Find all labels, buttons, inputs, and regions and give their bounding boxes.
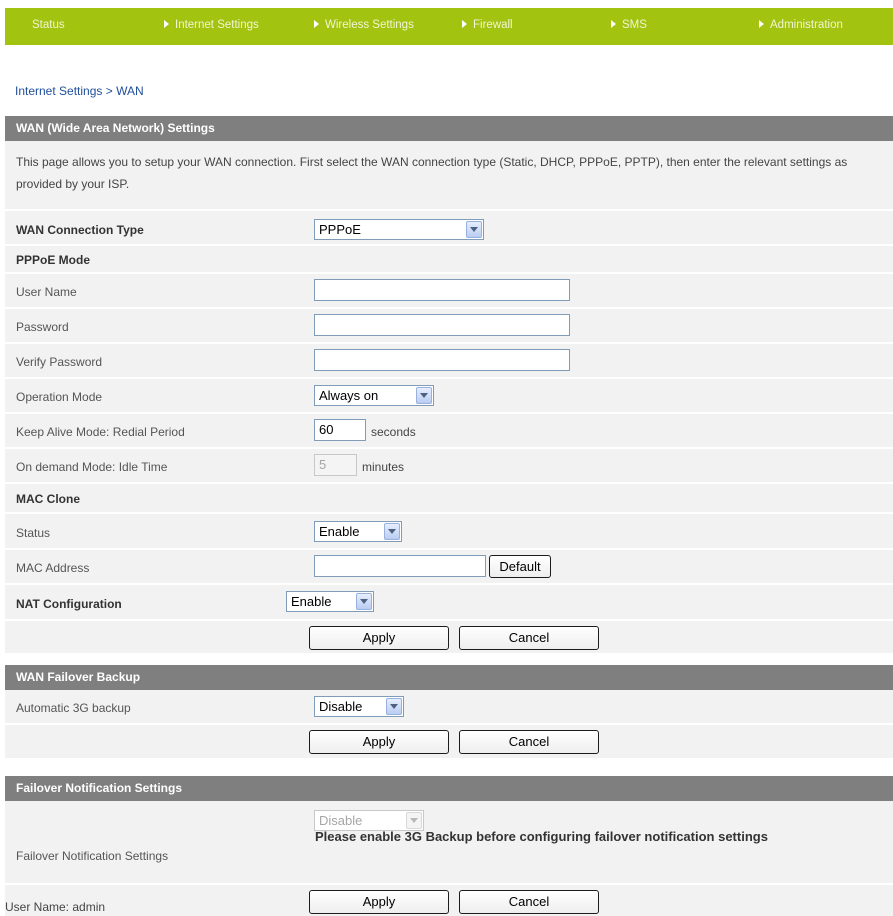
auto-3g-backup-row: Automatic 3G backup Disable: [5, 690, 893, 725]
redial-period-unit: seconds: [371, 425, 416, 439]
pppoe-mode-label: PPPoE Mode: [16, 253, 91, 267]
chevron-down-icon: [406, 812, 422, 829]
wan-settings-header: WAN (Wide Area Network) Settings: [5, 116, 893, 141]
failover-notification-select: Disable: [314, 810, 424, 831]
wan-failover-section: WAN Failover Backup Automatic 3G backup …: [5, 665, 893, 760]
nav-administration[interactable]: Administration: [759, 19, 843, 31]
mac-clone-status-value: Enable: [319, 524, 360, 539]
failover-notification-header: Failover Notification Settings: [5, 776, 893, 801]
mac-clone-label: MAC Clone: [16, 492, 80, 506]
chevron-down-icon: [416, 387, 432, 404]
chevron-down-icon: [386, 698, 402, 715]
verify-password-row: Verify Password: [5, 344, 893, 379]
nat-configuration-label: NAT Configuration: [16, 597, 122, 611]
wan-connection-type-label: WAN Connection Type: [16, 223, 144, 237]
notification-actions-row: Apply Cancel: [5, 885, 893, 916]
nav-status-label: Status: [32, 19, 65, 31]
nav-sms[interactable]: SMS: [611, 19, 647, 31]
idle-time-unit: minutes: [362, 460, 405, 474]
nav-sms-label: SMS: [622, 19, 647, 31]
keep-alive-label: Keep Alive Mode: Redial Period: [16, 425, 185, 439]
nav-status[interactable]: Status: [32, 19, 65, 31]
mac-address-input[interactable]: [314, 555, 486, 577]
idle-time-input: 5: [314, 454, 357, 476]
operation-mode-row: Operation Mode Always on: [5, 379, 893, 414]
verify-password-input[interactable]: [314, 349, 570, 371]
failover-notification-warning: Please enable 3G Backup before configuri…: [315, 829, 768, 844]
wan-actions-row: Apply Cancel: [5, 621, 893, 655]
redial-period-input[interactable]: 60: [314, 419, 366, 441]
notification-cancel-button[interactable]: Cancel: [459, 890, 599, 914]
nav-wireless-settings[interactable]: Wireless Settings: [314, 19, 414, 31]
breadcrumb[interactable]: Internet Settings > WAN: [15, 84, 144, 98]
nav-internet-settings-label: Internet Settings: [175, 19, 259, 31]
wan-apply-button[interactable]: Apply: [309, 626, 449, 650]
nav-firewall-label: Firewall: [473, 19, 513, 31]
mac-clone-row: MAC Clone: [5, 484, 893, 514]
nat-configuration-select[interactable]: Enable: [286, 591, 374, 612]
triangle-right-icon: [462, 20, 467, 28]
on-demand-label: On demand Mode: Idle Time: [16, 460, 168, 474]
failover-actions-row: Apply Cancel: [5, 725, 893, 760]
footer-user-label: User Name:: [5, 900, 70, 914]
footer-user-info: User Name: admin: [5, 900, 105, 914]
verify-password-label: Verify Password: [16, 355, 103, 369]
mac-address-label: MAC Address: [16, 561, 90, 575]
triangle-right-icon: [314, 20, 319, 28]
triangle-right-icon: [611, 20, 616, 28]
wan-cancel-button[interactable]: Cancel: [459, 626, 599, 650]
auto-3g-backup-label: Automatic 3G backup: [16, 701, 131, 715]
failover-notification-section: Failover Notification Settings Failover …: [5, 776, 893, 916]
user-name-row: User Name: [5, 274, 893, 309]
keep-alive-row: Keep Alive Mode: Redial Period 60 second…: [5, 414, 893, 449]
mac-address-row: MAC Address Default: [5, 550, 893, 585]
password-input[interactable]: [314, 314, 570, 336]
chevron-down-icon: [356, 593, 372, 610]
failover-notification-label: Failover Notification Settings: [16, 849, 169, 863]
nav-administration-label: Administration: [770, 19, 843, 31]
user-name-input[interactable]: [314, 279, 570, 301]
nav-internet-settings[interactable]: Internet Settings: [164, 19, 259, 31]
wan-failover-header: WAN Failover Backup: [5, 665, 893, 690]
wan-connection-type-value: PPPoE: [319, 222, 361, 237]
nat-configuration-value: Enable: [291, 594, 332, 609]
notification-apply-button[interactable]: Apply: [309, 890, 449, 914]
failover-notification-row: Failover Notification Settings Disable P…: [5, 801, 893, 885]
top-nav-bar: Status Internet Settings Wireless Settin…: [5, 8, 893, 45]
operation-mode-label: Operation Mode: [16, 390, 103, 404]
nav-wireless-settings-label: Wireless Settings: [325, 19, 414, 31]
triangle-right-icon: [164, 20, 169, 28]
pppoe-mode-row: PPPoE Mode: [5, 246, 893, 274]
default-mac-button[interactable]: Default: [489, 555, 551, 578]
failover-notification-value: Disable: [319, 813, 363, 828]
failover-cancel-button[interactable]: Cancel: [459, 730, 599, 754]
auto-3g-backup-value: Disable: [319, 699, 363, 714]
wan-description: This page allows you to setup your WAN c…: [5, 141, 893, 211]
footer-user-value: admin: [72, 900, 106, 914]
triangle-right-icon: [759, 20, 764, 28]
chevron-down-icon: [384, 523, 400, 540]
nat-configuration-row: NAT Configuration Enable: [5, 585, 893, 621]
password-label: Password: [16, 320, 69, 334]
mac-clone-status-label: Status: [16, 526, 51, 540]
chevron-down-icon: [466, 221, 482, 238]
auto-3g-backup-select[interactable]: Disable: [314, 696, 404, 717]
mac-clone-status-row: Status Enable: [5, 514, 893, 550]
wan-connection-type-select[interactable]: PPPoE: [314, 219, 484, 240]
nav-firewall[interactable]: Firewall: [462, 19, 513, 31]
password-row: Password: [5, 309, 893, 344]
operation-mode-value: Always on: [319, 388, 379, 403]
failover-apply-button[interactable]: Apply: [309, 730, 449, 754]
operation-mode-select[interactable]: Always on: [314, 385, 434, 406]
user-name-label: User Name: [16, 285, 77, 299]
on-demand-row: On demand Mode: Idle Time 5 minutes: [5, 449, 893, 484]
wan-connection-type-row: WAN Connection Type PPPoE: [5, 211, 893, 246]
wan-settings-section: WAN (Wide Area Network) Settings This pa…: [5, 116, 893, 655]
mac-clone-status-select[interactable]: Enable: [314, 521, 402, 542]
